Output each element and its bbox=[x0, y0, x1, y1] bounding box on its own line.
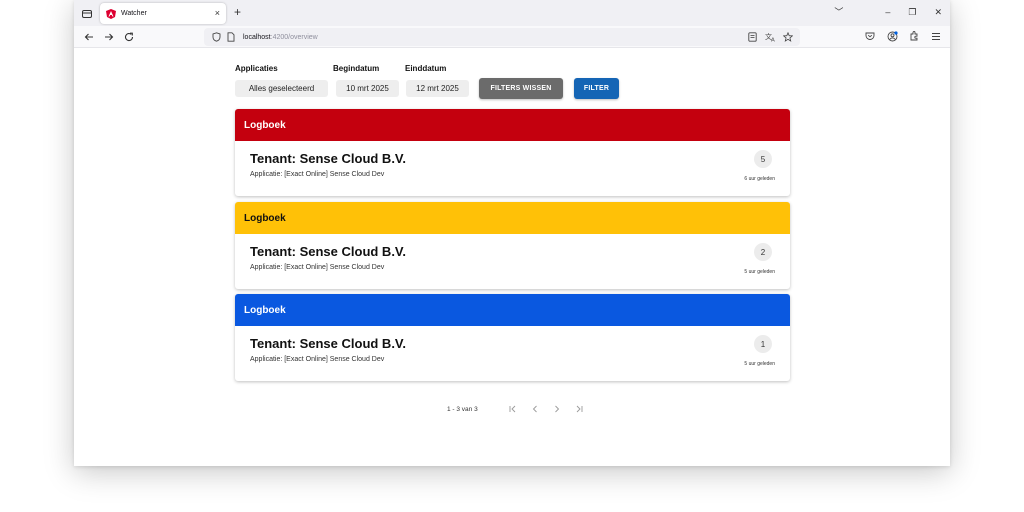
url-actions: 文A bbox=[746, 31, 794, 43]
time-ago: 5 uur geleden bbox=[744, 269, 775, 275]
arrow-right-icon[interactable] bbox=[102, 30, 116, 44]
tab-list-button[interactable]: ﹀ bbox=[834, 6, 843, 18]
log-card-header: Logboek bbox=[235, 202, 790, 234]
first-page-icon[interactable] bbox=[502, 402, 524, 416]
close-window-button[interactable]: ✕ bbox=[934, 6, 942, 18]
last-page-icon[interactable] bbox=[568, 402, 590, 416]
end-date-label: Einddatum bbox=[405, 64, 447, 73]
log-card[interactable]: Logboek Tenant: Sense Cloud B.V. Applica… bbox=[235, 109, 790, 196]
applications-select[interactable]: Alles geselecteerd bbox=[235, 80, 328, 97]
tab-close-button[interactable]: × bbox=[215, 9, 220, 18]
next-page-icon[interactable] bbox=[546, 402, 568, 416]
url-host: localhost bbox=[243, 33, 271, 41]
previous-page-icon[interactable] bbox=[524, 402, 546, 416]
time-ago: 6 uur geleden bbox=[744, 176, 775, 182]
tab-watcher[interactable]: Watcher × bbox=[100, 3, 226, 24]
count-badge: 5 bbox=[754, 150, 772, 168]
navigation-bar: localhost:4200/overview 文A bbox=[74, 26, 950, 48]
window-controls: ﹀ – ❐ ✕ bbox=[834, 6, 942, 18]
url-text[interactable]: localhost:4200/overview bbox=[243, 34, 318, 41]
page-content: Applicaties Alles geselecteerd Begindatu… bbox=[74, 49, 950, 466]
log-card-title: Logboek bbox=[244, 119, 286, 131]
shield-icon[interactable] bbox=[210, 31, 222, 43]
start-date-input[interactable]: 10 mrt 2025 bbox=[336, 80, 399, 97]
end-date-input[interactable]: 12 mrt 2025 bbox=[406, 80, 469, 97]
angular-logo-icon bbox=[106, 8, 116, 19]
reload-icon[interactable] bbox=[122, 30, 136, 44]
log-card-title: Logboek bbox=[244, 212, 286, 224]
url-path: :4200/overview bbox=[270, 33, 318, 41]
extensions-icon[interactable] bbox=[908, 30, 920, 42]
log-card[interactable]: Logboek Tenant: Sense Cloud B.V. Applica… bbox=[235, 294, 790, 381]
svg-text:A: A bbox=[771, 38, 775, 43]
page-icon bbox=[225, 31, 237, 43]
minimize-button[interactable]: – bbox=[885, 6, 890, 18]
apply-filter-button[interactable]: FILTER bbox=[574, 78, 619, 99]
start-date-filter: Begindatum 10 mrt 2025 bbox=[333, 64, 399, 97]
tab-title: Watcher bbox=[121, 10, 147, 17]
url-bar[interactable]: localhost:4200/overview 文A bbox=[204, 28, 800, 46]
applications-filter: Applicaties Alles geselecteerd bbox=[235, 64, 328, 97]
start-date-label: Begindatum bbox=[333, 64, 380, 73]
tenant-name: Tenant: Sense Cloud B.V. bbox=[250, 336, 407, 351]
log-card-title: Logboek bbox=[244, 304, 286, 316]
tenant-name: Tenant: Sense Cloud B.V. bbox=[250, 151, 407, 166]
tab-strip: Watcher × + ﹀ – ❐ ✕ bbox=[74, 0, 950, 26]
log-card-header: Logboek bbox=[235, 109, 790, 141]
count-badge: 1 bbox=[754, 335, 772, 353]
pocket-icon[interactable] bbox=[864, 30, 876, 42]
end-date-filter: Einddatum 12 mrt 2025 bbox=[405, 64, 469, 97]
translate-icon[interactable]: 文A bbox=[764, 31, 776, 43]
new-tab-button[interactable]: + bbox=[234, 5, 241, 19]
application-name: Applicatie: [Exact Online] Sense Cloud D… bbox=[250, 171, 385, 178]
star-icon[interactable] bbox=[782, 31, 794, 43]
paginator: 1 - 3 van 3 bbox=[447, 402, 590, 416]
log-card[interactable]: Logboek Tenant: Sense Cloud B.V. Applica… bbox=[235, 202, 790, 289]
arrow-left-icon[interactable] bbox=[82, 30, 96, 44]
tab-manager-icon[interactable] bbox=[80, 6, 94, 20]
time-ago: 5 uur geleden bbox=[744, 361, 775, 367]
application-name: Applicatie: [Exact Online] Sense Cloud D… bbox=[250, 264, 385, 271]
tenant-name: Tenant: Sense Cloud B.V. bbox=[250, 244, 407, 259]
clear-filters-button[interactable]: FILTERS WISSEN bbox=[479, 78, 563, 99]
log-card-body: Tenant: Sense Cloud B.V. Applicatie: [Ex… bbox=[235, 326, 790, 381]
toolbar-right bbox=[864, 30, 942, 42]
account-icon[interactable] bbox=[886, 30, 898, 42]
browser-window: Watcher × + ﹀ – ❐ ✕ localhost:4200/overv… bbox=[74, 0, 950, 466]
page-range-label: 1 - 3 van 3 bbox=[447, 405, 478, 413]
log-card-body: Tenant: Sense Cloud B.V. Applicatie: [Ex… bbox=[235, 141, 790, 196]
applications-label: Applicaties bbox=[235, 64, 278, 73]
application-name: Applicatie: [Exact Online] Sense Cloud D… bbox=[250, 356, 385, 363]
log-card-header: Logboek bbox=[235, 294, 790, 326]
restore-button[interactable]: ❐ bbox=[908, 6, 916, 18]
count-badge: 2 bbox=[754, 243, 772, 261]
reader-view-icon[interactable] bbox=[746, 31, 758, 43]
log-card-body: Tenant: Sense Cloud B.V. Applicatie: [Ex… bbox=[235, 234, 790, 289]
hamburger-menu-icon[interactable] bbox=[930, 30, 942, 42]
